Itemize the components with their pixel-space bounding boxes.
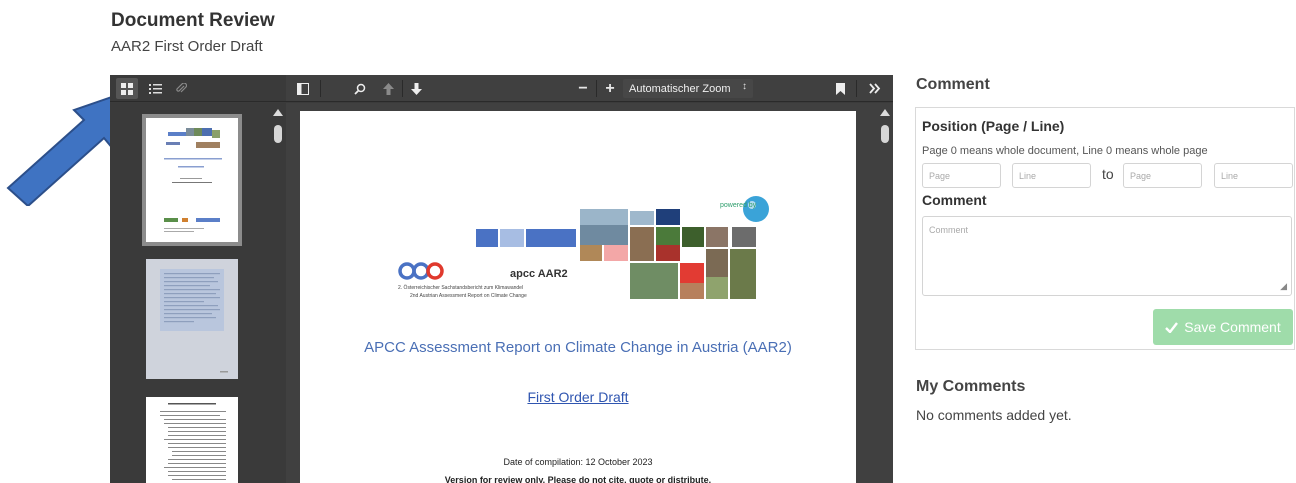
thumbnails-view-button[interactable] [116,78,138,99]
thumbnail-sidebar [110,103,286,483]
paperclip-icon [176,82,187,92]
minus-icon: − [578,79,588,97]
attachments-view-button[interactable] [170,78,192,99]
logo-line-2: 2nd Austrian Assessment Report on Climat… [410,293,527,299]
pdf-viewer: − + Automatischer Zoom ↕ powered by apcc… [110,75,893,483]
sidebar-toolbar [110,75,286,102]
page-thumbnail-image [164,128,222,232]
page-thumbnail-2[interactable] [146,259,238,379]
tools-menu-button[interactable] [864,78,886,99]
zoom-out-button[interactable]: − [572,78,594,99]
page-title: Document Review [111,10,275,31]
previous-page-button[interactable] [378,78,398,99]
toolbar-divider [856,80,857,97]
grid-icon [121,82,133,95]
comment-form: Position (Page / Line) Page 0 means whol… [915,107,1295,350]
search-button[interactable] [350,78,370,99]
end-page-input[interactable]: Page [1123,163,1202,188]
arrow-up-icon [382,82,394,95]
select-caret-icon: ↕ [742,81,747,92]
page-thumbnail-3[interactable] [146,397,238,483]
powered-by-label: powered by [720,202,757,209]
toolbar-divider [402,80,403,97]
bookmark-button[interactable] [830,78,850,99]
check-icon [1165,321,1179,333]
my-comments-heading: My Comments [916,378,1026,395]
comment-field-label: Comment [922,192,987,208]
range-to-label: to [1102,166,1114,182]
scroll-up-arrow-icon[interactable] [273,109,283,116]
position-hint: Page 0 means whole document, Line 0 mean… [922,145,1208,157]
search-icon [354,83,366,95]
outline-view-button[interactable] [144,78,166,99]
page-thumbnail-1[interactable] [142,114,242,246]
page-thumbnail-image [160,403,226,480]
sidebar-scrollbar[interactable] [272,109,284,483]
toggle-sidebar-button[interactable] [292,78,314,99]
scrollbar-thumb[interactable] [881,125,889,143]
list-icon [148,83,162,94]
document-title: APCC Assessment Report on Climate Change… [364,339,792,356]
scroll-up-arrow-icon[interactable] [880,109,890,116]
save-comment-button[interactable]: Save Comment [1153,309,1293,345]
comment-heading: Comment [916,76,990,93]
logo-line-1: 2. Österreichischer Sachstandsbericht zu… [398,284,523,291]
zoom-in-button[interactable]: + [599,78,621,99]
start-line-input[interactable]: Line [1012,163,1091,188]
arrow-down-icon [410,82,422,95]
resize-handle-icon[interactable]: ◢ [1280,281,1287,292]
page-thumbnail-image [160,269,228,373]
document-viewport: powered by apcc AAR2 2. Österreichischer… [286,103,893,483]
bookmark-icon [835,82,845,95]
next-page-button[interactable] [406,78,426,99]
scrollbar-thumb[interactable] [274,125,282,143]
start-page-input[interactable]: Page [922,163,1001,188]
page-subtitle: AAR2 First Order Draft [111,38,263,55]
document-review-note: Version for review only. Please do not c… [444,475,712,483]
viewer-toolbar: − + Automatischer Zoom ↕ [286,75,893,102]
comment-placeholder: Comment [929,225,969,235]
document-subtitle-link[interactable]: First Order Draft [300,389,856,405]
toolbar-divider [596,80,597,97]
end-line-input[interactable]: Line [1214,163,1293,188]
document-scrollbar[interactable] [879,109,891,483]
zoom-select[interactable]: Automatischer Zoom ↕ [623,79,753,98]
toolbar-divider [320,80,321,97]
my-comments-empty: No comments added yet. [916,407,1072,423]
logo-name: apcc AAR2 [510,268,568,280]
save-comment-label: Save Comment [1184,319,1281,335]
zoom-select-value: Automatischer Zoom [629,82,731,95]
document-date: Date of compilation: 12 October 2023 [503,457,653,467]
sidebar-toggle-icon [297,82,309,95]
position-label: Position (Page / Line) [922,118,1065,134]
pdf-page: powered by apcc AAR2 2. Österreichischer… [300,111,856,483]
double-chevron-right-icon [869,83,881,94]
comment-textarea[interactable]: Comment ◢ [922,216,1292,296]
report-cover-banner: powered by apcc AAR2 2. Österreichischer… [398,196,769,299]
plus-icon: + [605,79,615,97]
